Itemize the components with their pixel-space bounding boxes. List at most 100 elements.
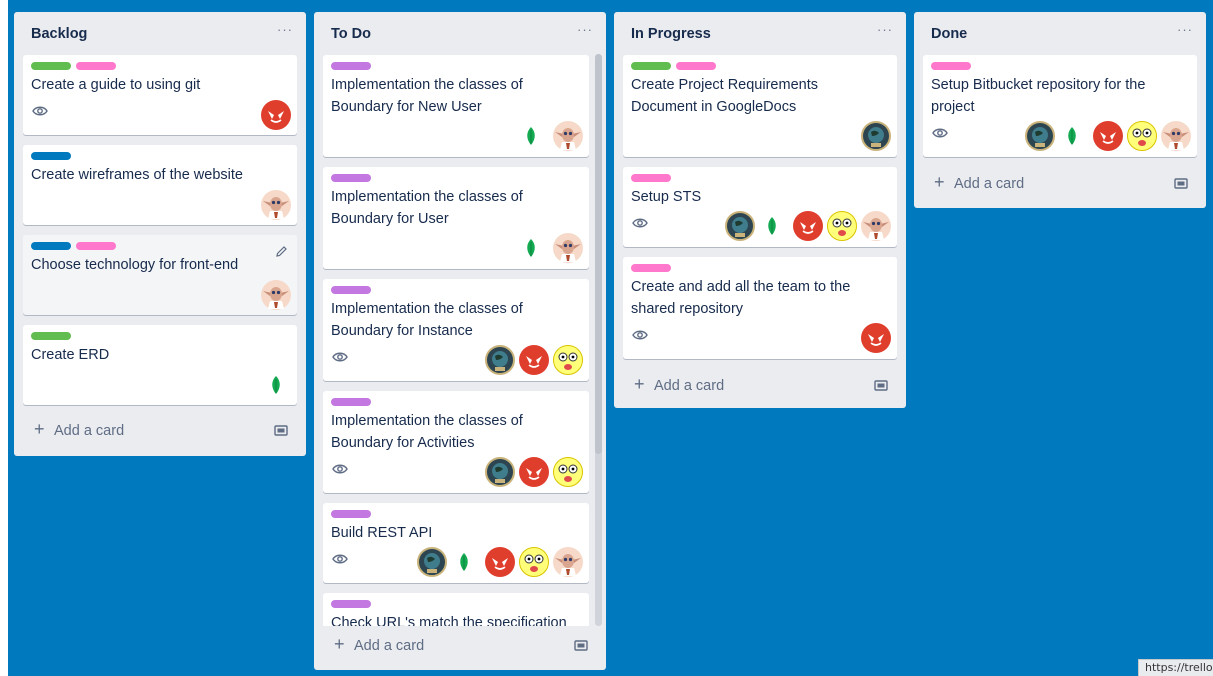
add-card-button[interactable]: + Add a card — [322, 632, 598, 660]
card-template-icon[interactable] — [1174, 177, 1188, 190]
avatar-globe-icon[interactable] — [725, 211, 755, 241]
add-card-label: Add a card — [954, 176, 1025, 192]
list-title[interactable]: To Do — [331, 26, 371, 42]
avatar-goofy-face-icon[interactable] — [1127, 121, 1157, 151]
avatar-goofy-face-icon[interactable] — [553, 457, 583, 487]
label-purple[interactable] — [331, 174, 371, 182]
label-pink[interactable] — [676, 62, 716, 70]
list-scrollbar[interactable] — [595, 54, 602, 626]
card[interactable]: Setup STS — [623, 167, 897, 247]
card-title: Implementation the classes of Boundary f… — [331, 77, 523, 115]
card[interactable]: Implementation the classes of Boundary f… — [323, 167, 589, 269]
list-in-progress: In Progress ··· Create Project Requireme… — [614, 12, 906, 408]
label-pink[interactable] — [631, 264, 671, 272]
card[interactable]: Setup Bitbucket repository for the proje… — [923, 55, 1197, 157]
list-title[interactable]: Backlog — [31, 26, 87, 42]
card[interactable]: Implementation the classes of Boundary f… — [323, 279, 589, 381]
plus-icon: + — [634, 374, 645, 394]
card[interactable]: Create and add all the team to the share… — [623, 257, 897, 359]
label-pink[interactable] — [76, 62, 116, 70]
card[interactable]: Choose technology for front-end — [23, 235, 297, 315]
scrollbar-thumb[interactable] — [595, 54, 602, 454]
avatar-leaf-icon[interactable] — [459, 553, 469, 571]
list-menu-button[interactable]: ··· — [1174, 22, 1196, 42]
list-header: Done ··· — [914, 12, 1206, 54]
avatar-devil-icon[interactable] — [519, 457, 549, 487]
avatar-leaf-icon[interactable] — [526, 239, 536, 257]
avatar-goofy-face-icon[interactable] — [519, 547, 549, 577]
card-members — [1025, 121, 1191, 151]
card-title: Create Project Requirements Document in … — [631, 77, 818, 115]
card-title: Setup Bitbucket repository for the proje… — [931, 77, 1146, 115]
card[interactable]: Build REST API — [323, 503, 589, 583]
label-green[interactable] — [31, 332, 71, 340]
avatar-dobby-icon[interactable] — [261, 280, 291, 310]
card[interactable]: Create a guide to using git — [23, 55, 297, 135]
label-purple[interactable] — [331, 510, 371, 518]
add-card-button[interactable]: + Add a card — [922, 170, 1198, 198]
label-green[interactable] — [631, 62, 671, 70]
watch-eye-icon — [932, 128, 948, 138]
card[interactable]: Check URL's match the specification — [323, 593, 589, 626]
list-menu-button[interactable]: ··· — [274, 22, 296, 42]
avatar-devil-icon[interactable] — [1093, 121, 1123, 151]
avatar-globe-icon[interactable] — [417, 547, 447, 577]
avatar-devil-icon[interactable] — [519, 345, 549, 375]
card-list: Implementation the classes of Boundary f… — [314, 54, 606, 626]
avatar-dobby-icon[interactable] — [861, 211, 891, 241]
card[interactable]: Create Project Requirements Document in … — [623, 55, 897, 157]
avatar-devil-icon[interactable] — [261, 100, 291, 130]
avatar-dobby-icon[interactable] — [553, 121, 583, 151]
avatar-devil-icon[interactable] — [485, 547, 515, 577]
label-purple[interactable] — [331, 62, 371, 70]
label-blue[interactable] — [31, 152, 71, 160]
avatar-leaf-icon[interactable] — [271, 376, 281, 394]
card-members — [261, 100, 291, 130]
avatar-goofy-face-icon[interactable] — [553, 345, 583, 375]
card[interactable]: Create ERD — [23, 325, 297, 405]
avatar-globe-icon[interactable] — [861, 121, 891, 151]
label-purple[interactable] — [331, 600, 371, 608]
list-menu-button[interactable]: ··· — [574, 22, 596, 42]
avatar-leaf-icon[interactable] — [1067, 127, 1077, 145]
avatar-dobby-icon[interactable] — [553, 547, 583, 577]
list-title[interactable]: In Progress — [631, 26, 711, 42]
card[interactable]: Implementation the classes of Boundary f… — [323, 391, 589, 493]
add-card-button[interactable]: + Add a card — [622, 372, 898, 400]
avatar-leaf-icon[interactable] — [767, 217, 777, 235]
card[interactable]: Create wireframes of the website — [23, 145, 297, 225]
card-template-icon[interactable] — [574, 639, 588, 652]
label-pink[interactable] — [931, 62, 971, 70]
card-template-icon[interactable] — [874, 379, 888, 392]
avatar-dobby-icon[interactable] — [261, 190, 291, 220]
avatar-devil-icon[interactable] — [861, 323, 891, 353]
card-template-icon[interactable] — [274, 424, 288, 437]
add-card-button[interactable]: + Add a card — [22, 417, 298, 445]
plus-icon: + — [34, 419, 45, 439]
avatar-goofy-face-icon[interactable] — [827, 211, 857, 241]
list-done: Done ··· Setup Bitbucket repository for … — [914, 12, 1206, 208]
avatar-dobby-icon[interactable] — [1161, 121, 1191, 151]
label-pink[interactable] — [631, 174, 671, 182]
card-labels — [631, 264, 676, 272]
card-labels — [31, 152, 76, 160]
label-purple[interactable] — [331, 286, 371, 294]
card-members — [521, 233, 583, 263]
avatar-leaf-icon[interactable] — [526, 127, 536, 145]
list-menu-button[interactable]: ··· — [874, 22, 896, 42]
list-header: In Progress ··· — [614, 12, 906, 54]
label-blue[interactable] — [31, 242, 71, 250]
avatar-dobby-icon[interactable] — [553, 233, 583, 263]
label-green[interactable] — [31, 62, 71, 70]
list-to-do: To Do ··· Implementation the classes of … — [314, 12, 606, 670]
avatar-globe-icon[interactable] — [485, 345, 515, 375]
label-pink[interactable] — [76, 242, 116, 250]
avatar-globe-icon[interactable] — [485, 457, 515, 487]
avatar-devil-icon[interactable] — [793, 211, 823, 241]
watch-eye-icon — [32, 106, 48, 116]
card-members — [485, 457, 583, 487]
avatar-globe-icon[interactable] — [1025, 121, 1055, 151]
label-purple[interactable] — [331, 398, 371, 406]
list-title[interactable]: Done — [931, 26, 967, 42]
card[interactable]: Implementation the classes of Boundary f… — [323, 55, 589, 157]
